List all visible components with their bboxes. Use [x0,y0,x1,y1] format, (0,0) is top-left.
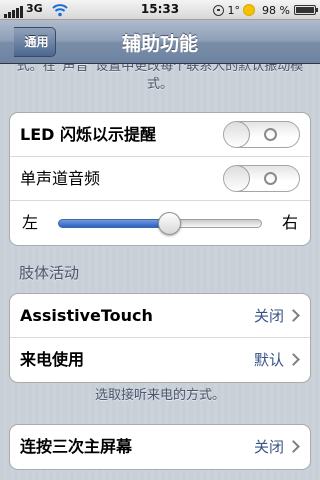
chevron-right-icon [287,353,300,366]
balance-slider-row: 左 右 [10,201,310,245]
incoming-call-label: 来电使用 [20,350,85,369]
incoming-call-row[interactable]: 来电使用 默认 [10,338,310,382]
balance-left-label: 左 [22,213,39,232]
balance-slider-thumb[interactable] [158,212,181,235]
vibration-footnote: 式。在“声音”设置中更改每个联系人的默认振动模式。 [16,64,304,92]
battery-icon [294,5,318,15]
led-flash-switch[interactable] [223,121,300,148]
switch-knob [224,166,250,191]
battery-percent: 98 % [262,3,290,17]
assistivetouch-value: 关闭 [253,307,284,325]
rotation-lock-icon [212,4,224,16]
mono-audio-label: 单声道音频 [20,169,101,188]
settings-content[interactable]: 式。在“声音”设置中更改每个联系人的默认振动模式。 LED 闪烁以示提醒 单声道… [0,64,320,480]
led-flash-label: LED 闪烁以示提醒 [20,125,156,144]
status-bar: 3G 15:33 1° 98 % [0,0,320,20]
balance-right-label: 右 [281,213,298,232]
physical-group: AssistiveTouch 关闭 来电使用 默认 [9,293,311,383]
triple-click-group: 连按三次主屏幕 关闭 [9,424,311,470]
led-flash-row[interactable]: LED 闪烁以示提醒 [10,113,310,157]
weather-sun-icon [244,5,255,15]
temperature-label: 1° [227,3,241,17]
triple-click-value: 关闭 [253,438,284,456]
navigation-bar: 通用 辅助功能 [0,20,320,64]
incoming-call-footnote: 选取接听来电的方式。 [94,388,225,403]
hearing-group: LED 闪烁以示提醒 单声道音频 左 右 [9,112,311,246]
chevron-right-icon [287,440,300,453]
physical-section-header: 肢体活动 [19,264,80,282]
mono-audio-row[interactable]: 单声道音频 [10,157,310,201]
balance-track-empty[interactable] [168,219,262,228]
mono-audio-switch[interactable] [223,165,300,192]
assistivetouch-label: AssistiveTouch [20,306,153,325]
switch-off-icon [264,172,277,185]
chevron-right-icon [287,309,300,322]
incoming-call-value: 默认 [253,351,284,369]
triple-click-label: 连按三次主屏幕 [20,437,133,456]
triple-click-row[interactable]: 连按三次主屏幕 关闭 [10,425,310,469]
switch-off-icon [264,128,277,141]
balance-track-filled[interactable] [58,219,168,228]
switch-knob [224,122,250,147]
assistivetouch-row[interactable]: AssistiveTouch 关闭 [10,294,310,338]
page-title: 辅助功能 [121,33,198,55]
